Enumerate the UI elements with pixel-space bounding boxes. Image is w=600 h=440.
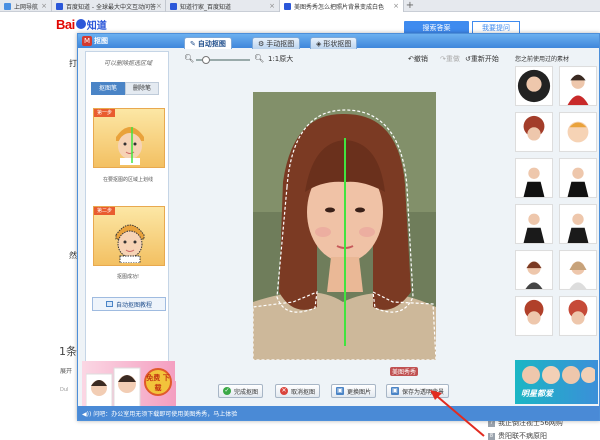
meitu-watermark: 美图秀秀 [390, 367, 419, 376]
material-thumb[interactable] [559, 296, 597, 336]
tab-close-icon[interactable]: × [41, 2, 47, 10]
zoom-slider-knob[interactable] [202, 56, 210, 64]
ad-faces-image [522, 366, 595, 384]
gear-icon: ⚙ [258, 39, 265, 48]
tab-manual-cutout[interactable]: ⚙ 手动抠图 [252, 37, 301, 49]
baidu-zhidao-logo[interactable]: Bai 知道 [56, 16, 107, 32]
help-panel: 可以删除抠选区域 抠图笔 删除笔 第一步 在要抠图的区域上划线 第二步 抠图成功… [85, 51, 169, 401]
zoom-out-icon[interactable]: 🔍︎ [184, 54, 194, 63]
material-thumb[interactable] [559, 250, 597, 290]
tab-shape-cutout[interactable]: ◈ 形状抠图 [310, 37, 358, 49]
zoom-in-icon[interactable]: 🔍︎ [254, 54, 264, 63]
dialog-title: 抠图 [94, 37, 108, 45]
ad-slogan: 明星都爱 [521, 389, 553, 398]
save-icon: ▣ [391, 387, 399, 395]
canvas-toolbar: 🔍︎ 🔍︎ 1:1原大 ↶撤销 ↷重做 ↺重新开始 [176, 51, 506, 68]
materials-grid [515, 66, 599, 350]
help-hint: 可以删除抠选区域 [103, 60, 152, 67]
material-thumb[interactable] [515, 204, 553, 244]
expand-link[interactable]: 展开 [60, 366, 72, 375]
baidu-paw-icon [170, 2, 177, 10]
material-thumb[interactable] [515, 250, 553, 290]
shape-icon: ◈ [316, 39, 322, 48]
baby-example-image [116, 127, 144, 165]
material-thumb[interactable] [559, 204, 597, 244]
annotation-arrow [430, 390, 485, 437]
material-thumb[interactable] [559, 112, 597, 152]
speaker-icon: ◀)) [82, 411, 92, 418]
cutout-dialog: M 抠图 ✎ 自动抠图 ⚙ 手动抠图 ◈ 形状抠图 可以删除抠选区域 抠图笔 删除笔 … [77, 33, 600, 421]
dialog-status-bar: ◀)) 问吧：办公室用无须下载即可使用美图秀秀，马上体验 [78, 406, 599, 420]
redo-button[interactable]: ↷重做 [440, 54, 460, 64]
material-thumb[interactable] [515, 112, 553, 152]
restart-button[interactable]: ↺重新开始 [465, 54, 499, 64]
portrait-photo[interactable] [253, 92, 436, 360]
image-icon: ▣ [336, 387, 344, 395]
cutout-pen-button[interactable]: 抠图笔 [91, 82, 125, 95]
material-thumb[interactable] [559, 66, 597, 106]
browser-favicon-icon [4, 2, 11, 10]
browser-tab-nav[interactable]: 上网导航 × [0, 0, 52, 12]
material-thumb[interactable] [515, 296, 553, 336]
tab-close-icon[interactable]: × [156, 2, 162, 10]
editing-canvas[interactable]: 美图秀秀 [175, 70, 506, 381]
step1-label: 第一步 [94, 109, 116, 117]
finish-cutout-button[interactable]: ✓ 完成抠图 [218, 384, 264, 398]
new-tab-button[interactable]: + [404, 0, 416, 12]
browser-tab-zhidao[interactable]: 百度知道 - 全球最大中文互动问答 × [52, 0, 166, 12]
browser-tab-hangjia[interactable]: 知道行家_百度知道 × [166, 0, 280, 12]
status-tip[interactable]: ◀)) 问吧：办公室用无须下载即可使用美图秀秀，马上体验 [82, 409, 237, 418]
step2-caption: 抠图成功! [116, 274, 139, 280]
step1-caption: 在要抠图的区域上划线 [102, 177, 153, 183]
baidu-paw-icon [284, 2, 291, 10]
tutorial-button[interactable]: 自动抠图教程 [92, 297, 166, 311]
recent-materials-title: 您之前使用过的素材 [515, 56, 570, 63]
material-thumb[interactable] [515, 158, 553, 198]
erase-pen-button[interactable]: 删除笔 [125, 82, 159, 95]
baidu-paw-icon [56, 2, 63, 10]
baby-cutout-image [115, 224, 145, 263]
undo-button[interactable]: ↶撤销 [408, 54, 428, 64]
step1-example: 第一步 [93, 108, 165, 168]
brush-icon: ✎ [190, 39, 196, 48]
material-thumb[interactable] [515, 66, 553, 106]
tab-auto-cutout[interactable]: ✎ 自动抠图 [184, 37, 232, 49]
tab-close-icon[interactable]: × [393, 2, 399, 10]
page-text-fragment: 打 [69, 59, 77, 68]
step2-example: 第二步 [93, 206, 165, 266]
page-text-fragment: 然 [69, 251, 77, 260]
material-thumb[interactable] [559, 158, 597, 198]
star-ad-banner[interactable]: 明星都爱 [515, 360, 598, 404]
answer-count: 1条 [59, 345, 77, 358]
page-text-fragment: Dul [60, 387, 69, 393]
browser-tab-active[interactable]: 美图秀秀怎么把照片背景变成白色 × [280, 0, 404, 12]
tab-close-icon[interactable]: × [269, 2, 275, 10]
baidu-paw-icon [75, 19, 86, 29]
cancel-cutout-button[interactable]: ✕ 取消抠图 [275, 384, 321, 398]
free-download-badge[interactable]: 免费 下载 [144, 368, 172, 396]
check-icon: ✓ [223, 387, 231, 395]
close-icon: ✕ [280, 387, 288, 395]
change-image-button[interactable]: ▣ 更换图片 [331, 384, 377, 398]
meitu-app-icon: M [82, 36, 92, 46]
book-icon [105, 301, 113, 307]
original-size-button[interactable]: 1:1原大 [268, 54, 293, 64]
step2-label: 第二步 [94, 207, 116, 215]
